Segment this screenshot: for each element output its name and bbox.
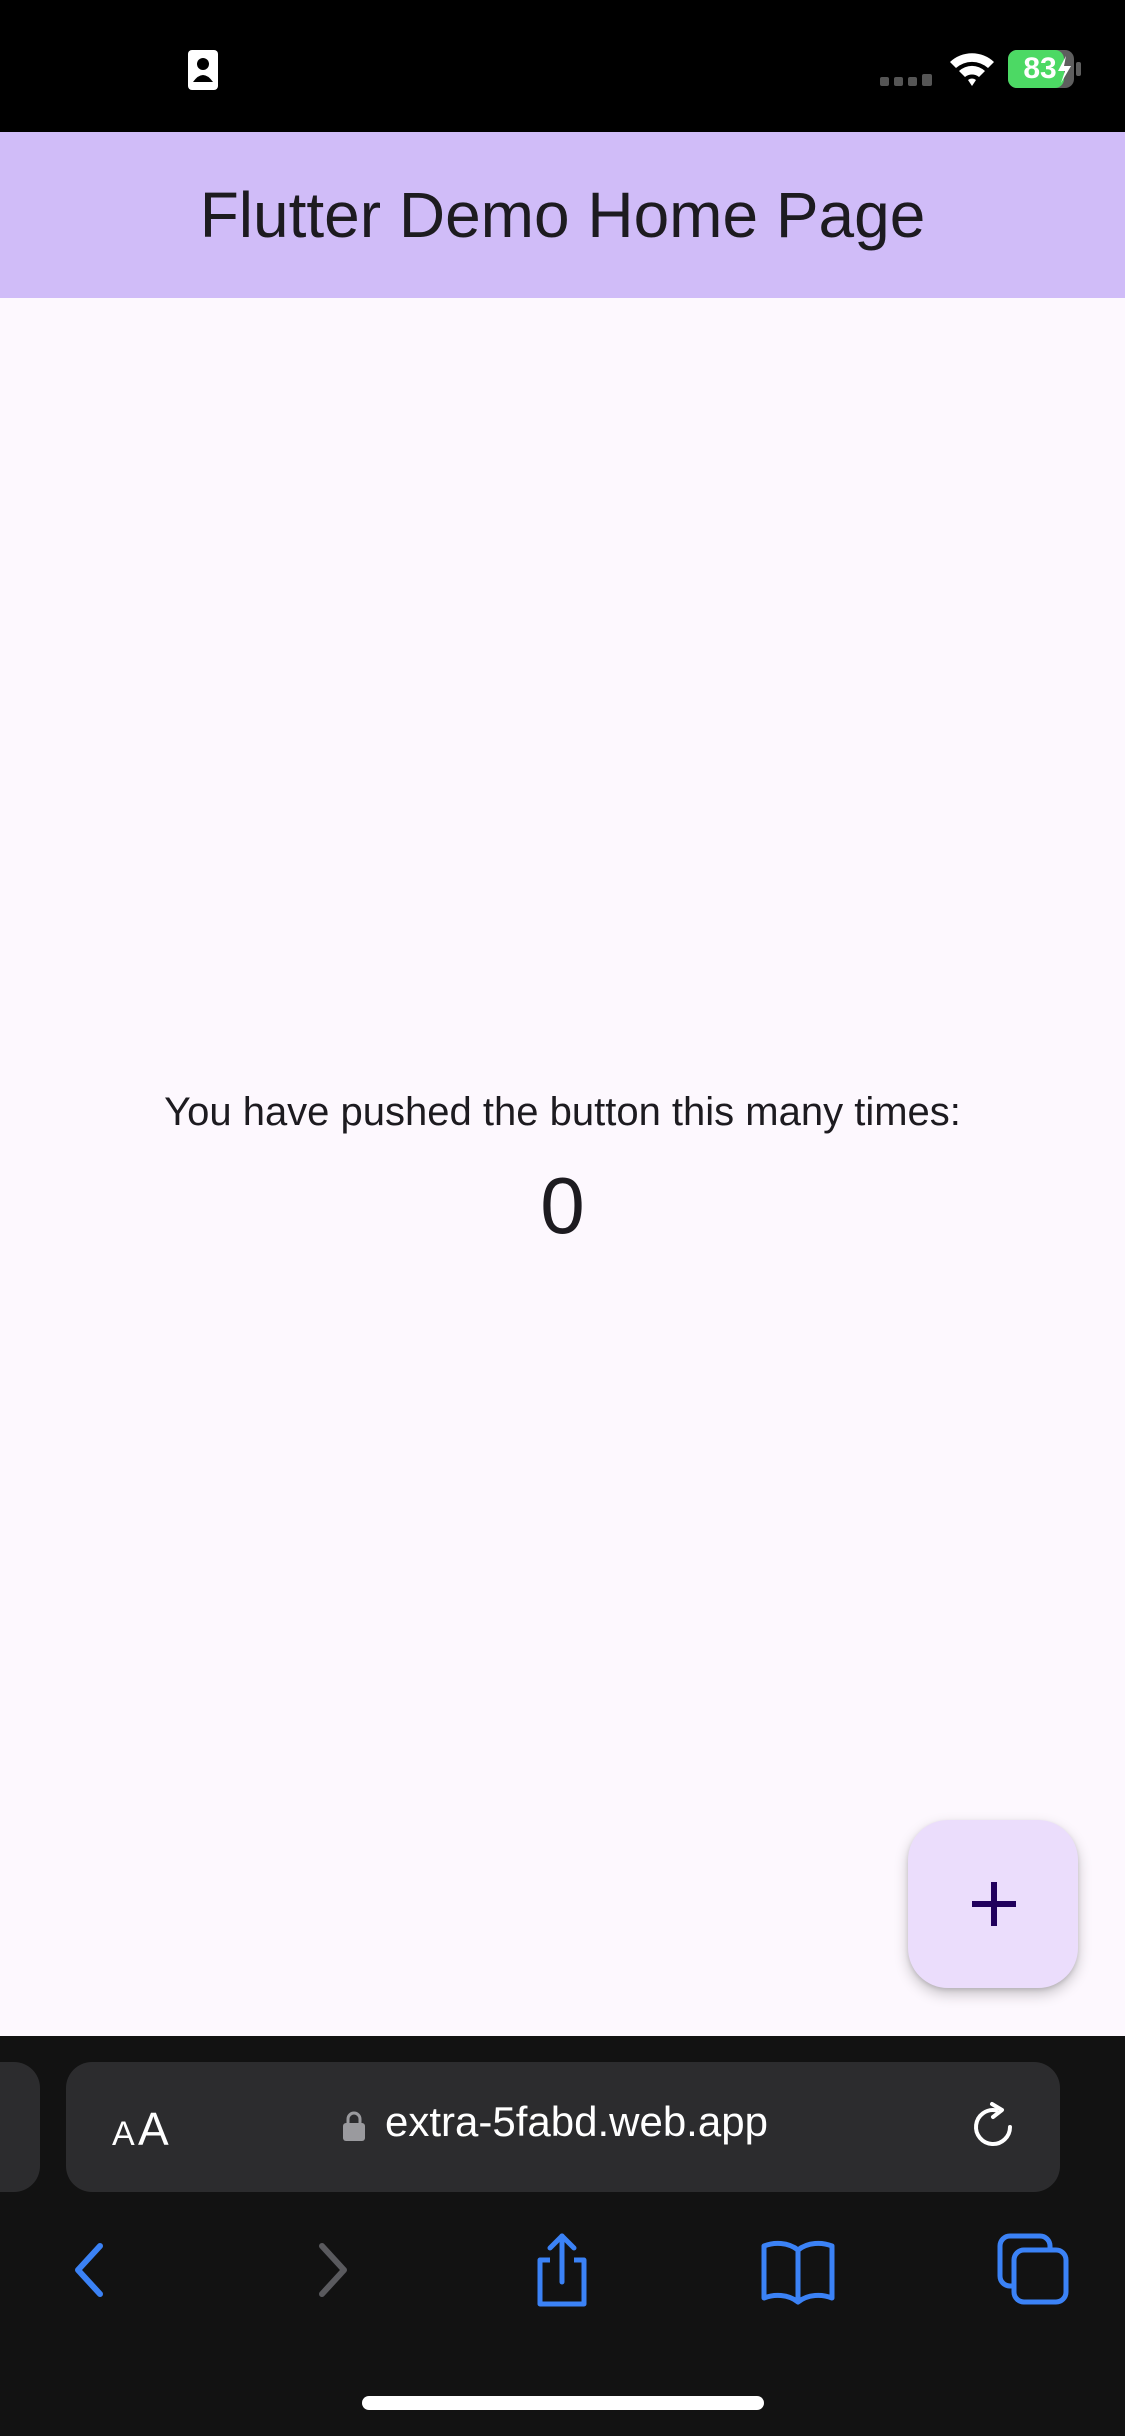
reader-settings-button[interactable]: A A — [110, 2094, 190, 2160]
id-card-icon — [188, 50, 218, 90]
status-time: 10:37 — [58, 39, 179, 91]
forward-icon[interactable] — [292, 2232, 376, 2308]
back-icon[interactable] — [56, 2232, 140, 2308]
plus-icon — [972, 1882, 1016, 1926]
counter-value: 0 — [540, 1161, 585, 1250]
url-text[interactable]: extra-5fabd.web.app — [385, 2098, 768, 2146]
page-title: Flutter Demo Home Page — [199, 179, 926, 251]
home-indicator[interactable] — [362, 2396, 764, 2410]
wifi-icon — [950, 53, 994, 86]
tabs-icon[interactable] — [990, 2232, 1074, 2308]
aa-small-label: A — [112, 2115, 135, 2153]
bookmarks-icon[interactable] — [756, 2232, 840, 2308]
counter-caption: You have pushed the button this many tim… — [164, 1090, 961, 1134]
aa-big-label: A — [138, 2103, 169, 2155]
reload-icon[interactable] — [966, 2100, 1020, 2154]
share-icon[interactable] — [520, 2232, 604, 2308]
increment-button[interactable] — [908, 1820, 1078, 1988]
battery-level: 83 — [1023, 52, 1057, 85]
cellular-signal-icon — [880, 74, 932, 86]
lock-icon — [343, 2111, 365, 2141]
previous-tab-peek[interactable] — [0, 2062, 40, 2192]
